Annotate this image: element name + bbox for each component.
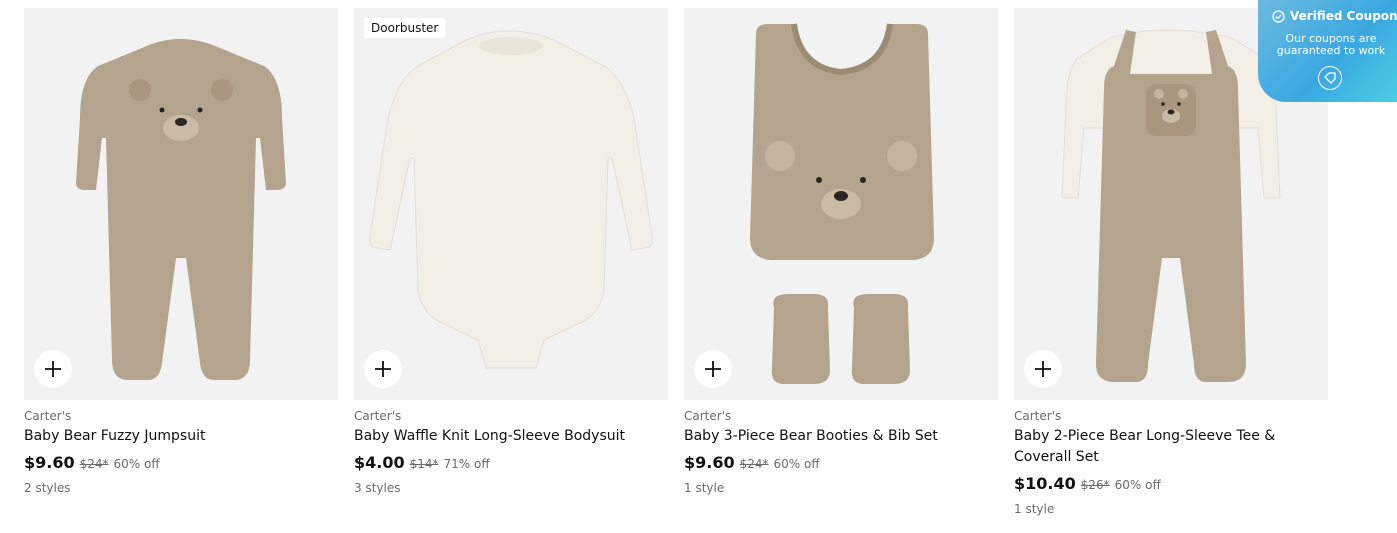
styles-count[interactable]: 3 styles — [354, 481, 668, 495]
add-to-bag-button[interactable] — [364, 350, 402, 388]
product-card[interactable]: Doorbuster Carter's Baby Waffle Knit Lon… — [354, 8, 668, 516]
product-image[interactable] — [684, 8, 998, 400]
styles-count[interactable]: 1 style — [1014, 502, 1328, 516]
sale-price: $4.00 — [354, 453, 405, 472]
product-image[interactable]: Doorbuster — [354, 8, 668, 400]
price-row: $9.60 $24* 60% off — [24, 453, 338, 472]
product-brand: Carter's — [24, 409, 72, 423]
add-to-bag-button[interactable] — [34, 350, 72, 388]
add-to-bag-button[interactable] — [1024, 350, 1062, 388]
bodysuit-image — [369, 30, 653, 369]
discount-label: 60% off — [113, 457, 160, 471]
discount-label: 71% off — [443, 457, 490, 471]
check-circle-icon — [1272, 9, 1285, 23]
product-name[interactable]: Baby 3-Piece Bear Booties & Bib Set — [684, 426, 998, 447]
coupon-title: Verified Coupon — [1290, 9, 1397, 23]
discount-label: 60% off — [773, 457, 820, 471]
product-card[interactable]: Carter's Baby Bear Fuzzy Jumpsuit $9.60 … — [24, 8, 338, 516]
price-row: $10.40 $26* 60% off — [1014, 474, 1328, 493]
coupon-subtitle: Our coupons are guaranteed to work — [1276, 32, 1386, 57]
product-brand: Carter's — [354, 409, 402, 423]
product-card[interactable]: Carter's Baby 3-Piece Bear Booties & Bib… — [684, 8, 998, 516]
product-brand: Carter's — [684, 409, 732, 423]
doorbuster-badge: Doorbuster — [364, 18, 446, 38]
tag-icon[interactable] — [1318, 66, 1342, 90]
original-price: $24* — [739, 457, 769, 471]
discount-label: 60% off — [1114, 478, 1161, 492]
plus-icon — [1035, 361, 1051, 377]
plus-icon — [375, 361, 391, 377]
plus-icon — [705, 361, 721, 377]
original-price: $26* — [1080, 478, 1110, 492]
price-row: $9.60 $24* 60% off — [684, 453, 998, 472]
sale-price: $10.40 — [1014, 474, 1076, 493]
styles-count[interactable]: 2 styles — [24, 481, 338, 495]
jumpsuit-image — [76, 39, 286, 380]
product-grid: Carter's Baby Bear Fuzzy Jumpsuit $9.60 … — [24, 8, 1328, 516]
product-name[interactable]: Baby Waffle Knit Long-Sleeve Bodysuit — [354, 426, 668, 447]
sale-price: $9.60 — [684, 453, 735, 472]
bib-booties-image — [750, 23, 934, 384]
verified-coupon-widget[interactable]: Verified Coupon Our coupons are guarante… — [1258, 0, 1397, 102]
original-price: $14* — [409, 457, 439, 471]
plus-icon — [45, 361, 61, 377]
add-to-bag-button[interactable] — [694, 350, 732, 388]
product-name[interactable]: Baby 2-Piece Bear Long-Sleeve Tee & Cove… — [1014, 426, 1328, 468]
product-name[interactable]: Baby Bear Fuzzy Jumpsuit — [24, 426, 338, 447]
product-brand: Carter's — [1014, 409, 1062, 423]
original-price: $24* — [79, 457, 109, 471]
price-row: $4.00 $14* 71% off — [354, 453, 668, 472]
product-image[interactable] — [24, 8, 338, 400]
styles-count[interactable]: 1 style — [684, 481, 998, 495]
coupon-title-row: Verified Coupon — [1272, 9, 1397, 23]
sale-price: $9.60 — [24, 453, 75, 472]
